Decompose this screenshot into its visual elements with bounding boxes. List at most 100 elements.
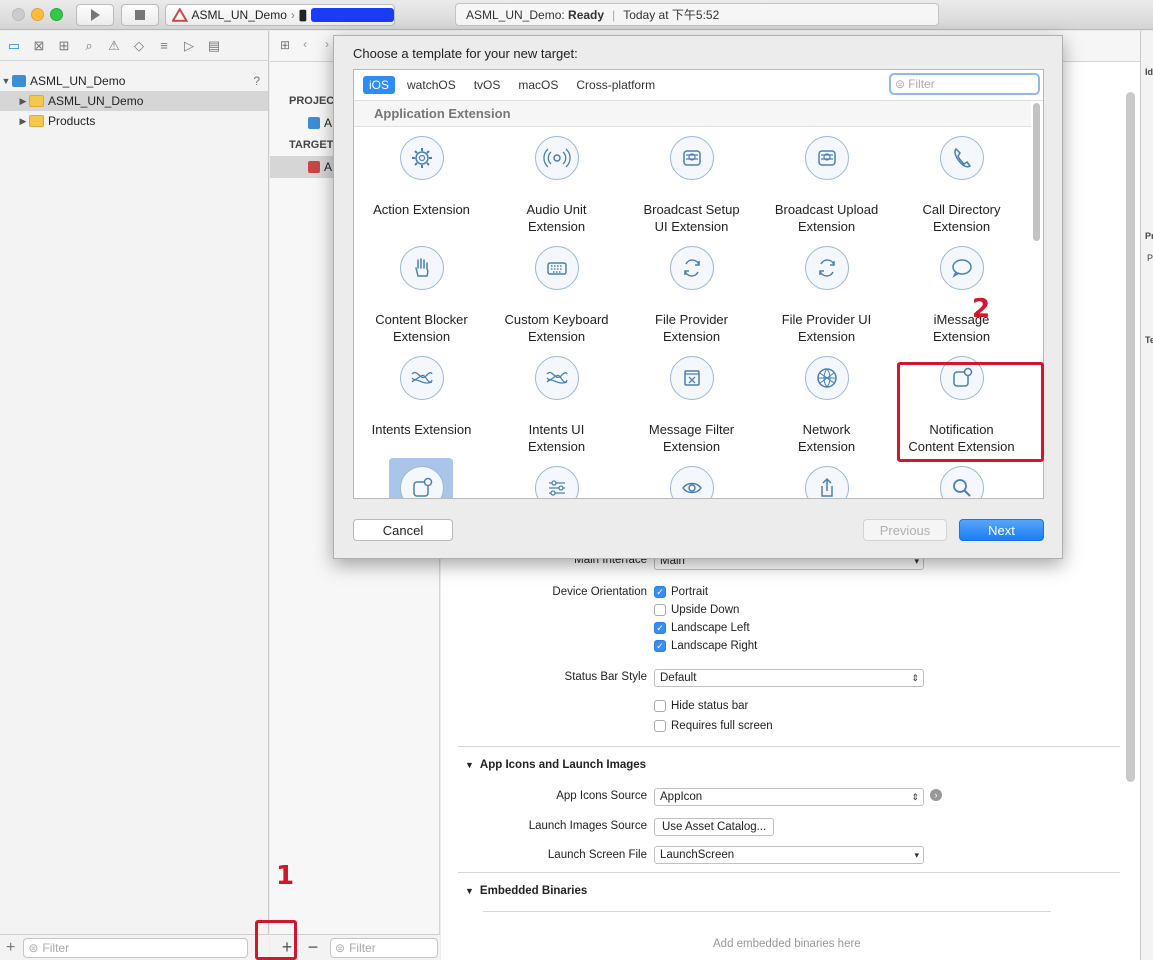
sliders-icon <box>535 466 579 498</box>
stop-button[interactable] <box>121 4 159 26</box>
orientation-landscape-left[interactable]: ✓ Landscape Left <box>654 622 750 634</box>
test-icon[interactable]: ◇ <box>131 38 147 54</box>
launch-images-source-label: Launch Images Source <box>528 820 647 832</box>
filter-placeholder: Filter <box>42 940 70 955</box>
orientation-portrait[interactable]: ✓ Portrait <box>654 586 708 598</box>
checkbox-checked[interactable]: ✓ <box>654 622 666 634</box>
waves-icon <box>535 356 579 400</box>
template-name-line: Extension <box>662 329 721 344</box>
template-tile[interactable] <box>759 458 894 498</box>
run-button[interactable] <box>76 4 114 26</box>
search-icon[interactable]: ⌕ <box>81 38 97 54</box>
template-tile[interactable]: Call Directory Extension <box>894 128 1029 238</box>
hide-status-bar-option[interactable]: Hide status bar <box>654 700 748 712</box>
scheme-name: ASML_UN_Demo <box>191 8 287 22</box>
targets-filter-input[interactable]: ⊜ Filter <box>330 937 438 958</box>
cancel-button[interactable]: Cancel <box>353 519 453 541</box>
checkbox-checked[interactable]: ✓ <box>654 640 666 652</box>
divider <box>458 872 1120 873</box>
folder-icon[interactable]: ▭ <box>6 38 22 54</box>
launch-screen-file-popup[interactable]: LaunchScreen ▾ <box>654 846 924 864</box>
tab-watchos[interactable]: watchOS <box>401 76 462 94</box>
template-name-line: UI Extension <box>654 219 729 234</box>
project-icon <box>308 117 320 129</box>
remove-target-button[interactable]: − <box>304 937 322 958</box>
warning-icon[interactable]: ⚠ <box>106 38 122 54</box>
tree-row-products[interactable]: ▶ Products <box>0 111 268 131</box>
tab-cross-platform[interactable]: Cross-platform <box>570 76 661 94</box>
close-window-button[interactable] <box>12 8 25 21</box>
back-arrow-icon[interactable]: ‹ <box>303 37 307 51</box>
template-tile[interactable]: Message Filter Extension <box>624 348 759 458</box>
checkbox-unchecked[interactable] <box>654 720 666 732</box>
orientation-upside-down[interactable]: Upside Down <box>654 604 739 616</box>
hierarchy-icon[interactable]: ⊞ <box>56 38 72 54</box>
breakpoint-icon[interactable]: ▷ <box>181 38 197 54</box>
app-icons-section-header[interactable]: ▼ App Icons and Launch Images <box>465 759 646 771</box>
grid-icon[interactable]: ⊞ <box>280 38 290 52</box>
orientation-landscape-right[interactable]: ✓ Landscape Right <box>654 640 757 652</box>
template-scrollbar[interactable] <box>1033 103 1040 241</box>
source-control-icon[interactable]: ⊠ <box>31 38 47 54</box>
template-tile[interactable]: iMessage Extension <box>894 238 1029 348</box>
disclosure-closed-icon[interactable]: ▶ <box>17 116 29 127</box>
forward-arrow-icon[interactable]: › <box>325 37 329 51</box>
editor-scrollbar[interactable] <box>1126 92 1135 782</box>
broadcast-stack-icon <box>805 136 849 180</box>
template-tile[interactable]: Custom Keyboard Extension <box>489 238 624 348</box>
go-arrow-icon[interactable]: › <box>930 789 942 801</box>
tab-macos[interactable]: macOS <box>512 76 564 94</box>
inspector-label: Id <box>1145 67 1153 77</box>
checkbox-checked[interactable]: ✓ <box>654 586 666 598</box>
debug-icon[interactable]: ≡ <box>156 38 172 53</box>
tab-ios[interactable]: iOS <box>363 76 396 94</box>
template-tile[interactable] <box>489 458 624 498</box>
navigator-selector-bar: ▭ ⊠ ⊞ ⌕ ⚠ ◇ ≡ ▷ ▤ <box>0 31 268 61</box>
template-name-line: Intents UI <box>528 422 585 437</box>
divider: | <box>612 7 616 22</box>
use-asset-catalog-button[interactable]: Use Asset Catalog... <box>654 818 775 836</box>
disclosure-open-icon[interactable]: ▼ <box>0 76 12 86</box>
template-tile[interactable] <box>624 458 759 498</box>
inspector-pane: Id Pr P Te <box>1140 31 1153 960</box>
template-tile[interactable]: Network Extension <box>759 348 894 458</box>
previous-button[interactable]: Previous <box>863 519 947 541</box>
template-tile[interactable]: Content Blocker Extension <box>354 238 489 348</box>
minimize-window-button[interactable] <box>31 8 44 21</box>
scheme-selector[interactable]: ASML_UN_Demo › <box>165 4 395 26</box>
template-tile[interactable]: Intents UI Extension <box>489 348 624 458</box>
template-tile[interactable]: File Provider UI Extension <box>759 238 894 348</box>
report-icon[interactable]: ▤ <box>206 38 222 54</box>
add-icon[interactable]: + <box>6 939 15 957</box>
template-tile[interactable]: Action Extension <box>354 128 489 238</box>
requires-full-screen-label: Requires full screen <box>671 720 773 732</box>
requires-full-screen-option[interactable]: Requires full screen <box>654 720 773 732</box>
embedded-binaries-section-header[interactable]: ▼ Embedded Binaries <box>465 885 587 897</box>
checkbox-unchecked[interactable] <box>654 604 666 616</box>
app-icons-source-popup[interactable]: AppIcon ⇕ <box>654 788 924 806</box>
device-name-redacted[interactable] <box>310 8 394 22</box>
disclosure-closed-icon[interactable]: ▶ <box>17 96 29 107</box>
checkbox-unchecked[interactable] <box>654 700 666 712</box>
next-button[interactable]: Next <box>959 519 1044 541</box>
template-tile[interactable] <box>354 458 489 498</box>
tab-tvos[interactable]: tvOS <box>468 76 507 94</box>
template-name-line: Extension <box>797 219 856 234</box>
template-tile[interactable]: File Provider Extension <box>624 238 759 348</box>
app-target-icon <box>172 8 188 22</box>
disclosure-open-icon[interactable]: ▼ <box>465 886 474 896</box>
project-name: ASML_UN_Demo <box>30 74 126 88</box>
template-tile[interactable]: Broadcast Upload Extension <box>759 128 894 238</box>
template-filter-input[interactable]: ⊜ Filter <box>889 73 1040 95</box>
template-name-line: Extension <box>527 439 586 454</box>
template-tile[interactable] <box>894 458 1029 498</box>
navigator-filter-input[interactable]: ⊜ Filter <box>23 937 249 958</box>
tree-row-group[interactable]: ▶ ASML_UN_Demo <box>0 91 268 111</box>
template-tile[interactable]: Intents Extension <box>354 348 489 458</box>
template-tile[interactable]: Broadcast Setup UI Extension <box>624 128 759 238</box>
template-tile[interactable]: Audio Unit Extension <box>489 128 624 238</box>
disclosure-open-icon[interactable]: ▼ <box>465 760 474 770</box>
tree-row-project[interactable]: ▼ ASML_UN_Demo ? <box>0 71 268 91</box>
status-bar-style-popup[interactable]: Default ⇕ <box>654 669 924 687</box>
zoom-window-button[interactable] <box>50 8 63 21</box>
